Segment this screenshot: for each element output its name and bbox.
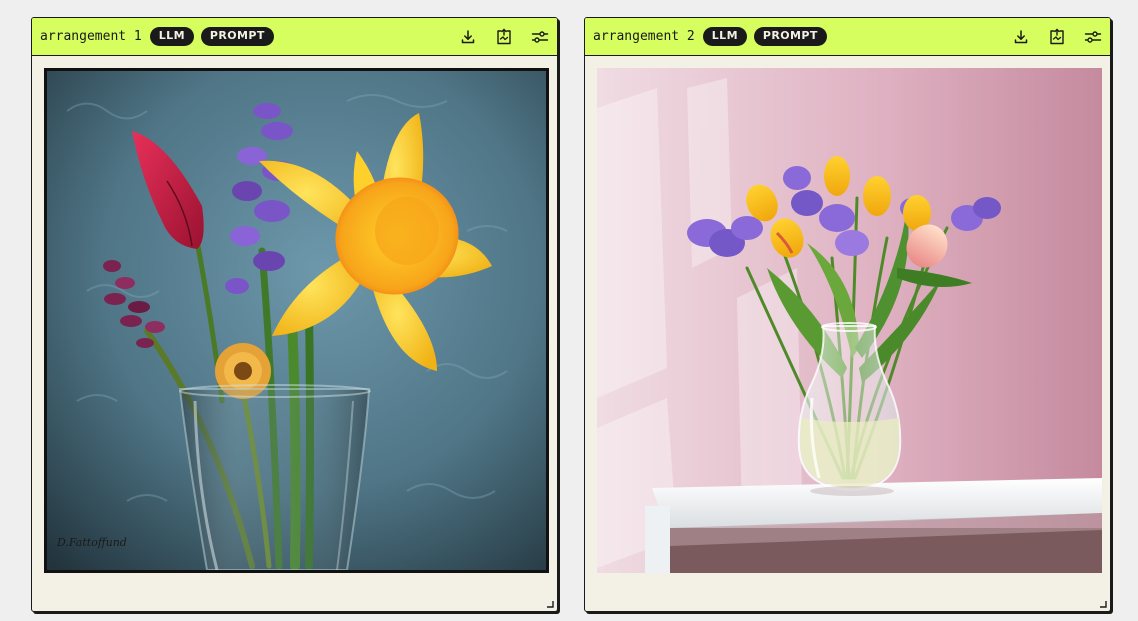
- flower-photo-2: [597, 68, 1102, 573]
- download-button[interactable]: [1010, 26, 1032, 48]
- resize-handle-icon[interactable]: [546, 600, 554, 608]
- llm-badge[interactable]: LLM: [149, 27, 194, 46]
- share-icon: [1050, 28, 1064, 44]
- prompt-badge[interactable]: PROMPT: [753, 27, 827, 46]
- flower-photo-1: D.Fattoffund: [47, 71, 546, 570]
- resize-handle-icon[interactable]: [1099, 600, 1107, 608]
- prompt-badge[interactable]: PROMPT: [200, 27, 274, 46]
- download-icon: [1014, 29, 1028, 43]
- download-icon: [461, 29, 475, 43]
- card-header: arrangement 1 LLM PROMPT: [32, 18, 557, 56]
- image-card-1: arrangement 1 LLM PROMPT D.Fattoffund: [31, 17, 558, 612]
- artist-signature: D.Fattoffund: [56, 536, 127, 549]
- card-title: arrangement 1: [40, 29, 142, 44]
- sliders-icon: [531, 30, 549, 43]
- share-button[interactable]: [1046, 26, 1068, 48]
- share-icon: [497, 28, 511, 44]
- settings-button[interactable]: [1082, 26, 1104, 48]
- llm-badge[interactable]: LLM: [702, 27, 747, 46]
- settings-button[interactable]: [529, 26, 551, 48]
- download-button[interactable]: [457, 26, 479, 48]
- image-card-2: arrangement 2 LLM PROMPT: [584, 17, 1111, 612]
- share-button[interactable]: [493, 26, 515, 48]
- card-title: arrangement 2: [593, 29, 695, 44]
- generated-image[interactable]: [597, 68, 1102, 573]
- card-header: arrangement 2 LLM PROMPT: [585, 18, 1110, 56]
- generated-image[interactable]: D.Fattoffund: [44, 68, 549, 573]
- sliders-icon: [1084, 30, 1102, 43]
